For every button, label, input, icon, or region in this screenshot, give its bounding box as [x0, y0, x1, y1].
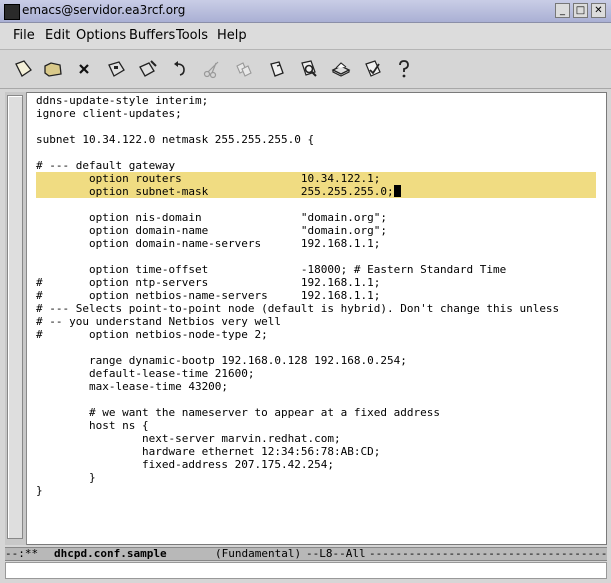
- open-folder-icon: [44, 62, 62, 77]
- menu-options[interactable]: Options: [76, 28, 126, 43]
- buffer-line: subnet 10.34.122.0 netmask 255.255.255.0…: [36, 133, 315, 146]
- buffer-text-area[interactable]: ddns-update-style interim; ignore client-…: [36, 94, 601, 544]
- buffer-line: range dynamic-bootp 192.168.0.128 192.16…: [36, 354, 407, 367]
- maximize-button[interactable]: □: [573, 3, 588, 18]
- buffer-line: hardware ethernet 12:34:56:78:AB:CD;: [36, 445, 381, 458]
- cut-scissors-icon: [203, 61, 219, 79]
- modeline-fill: ----------------------------------------…: [369, 547, 607, 560]
- menu-file[interactable]: File: [13, 28, 35, 43]
- buffer-line: default-lease-time 21600;: [36, 367, 255, 380]
- buffer-line: option subnet-mask 255.255.255.0;: [36, 185, 394, 198]
- buffer-line: option nis-domain "domain.org";: [36, 211, 387, 224]
- window-title: emacs@servidor.ea3rcf.org: [22, 3, 186, 17]
- buffer-line: # we want the nameserver to appear at a …: [36, 406, 440, 419]
- search-button[interactable]: [296, 56, 322, 82]
- buffer-line: }: [36, 471, 96, 484]
- preferences-icon: [365, 60, 381, 77]
- copy-icon: [236, 62, 252, 77]
- minimize-button[interactable]: _: [555, 3, 570, 18]
- buffer-line: option routers 10.34.122.1;: [36, 172, 381, 185]
- close-x-icon: [79, 64, 89, 74]
- save-as-icon: [139, 60, 157, 77]
- menu-buffers[interactable]: Buffers: [129, 28, 175, 43]
- text-cursor: [394, 185, 401, 197]
- save-button[interactable]: [103, 56, 129, 82]
- modeline-status: --:**: [5, 547, 52, 560]
- toolbar: [0, 50, 611, 89]
- menu-bar: File Edit Options Buffers Tools Help: [0, 23, 611, 50]
- modeline-major-mode[interactable]: (Fundamental): [215, 548, 301, 560]
- buffer-line: fixed-address 207.175.42.254;: [36, 458, 335, 471]
- mode-line: --:** dhcpd.conf.sample (Fundamental) --…: [5, 547, 607, 561]
- new-file-button[interactable]: [10, 56, 36, 82]
- open-file-button[interactable]: [40, 56, 66, 82]
- buffer-line: option time-offset -18000; # Eastern Sta…: [36, 263, 507, 276]
- save-as-button[interactable]: [135, 56, 161, 82]
- emacs-app-icon[interactable]: [4, 4, 20, 20]
- close-window-button[interactable]: ✕: [591, 3, 606, 18]
- buffer-line: ddns-update-style interim;: [36, 94, 209, 107]
- menu-tools[interactable]: Tools: [176, 28, 208, 43]
- buffer-line: # --- default gateway: [36, 159, 176, 172]
- buffer-line: ignore client-updates;: [36, 107, 182, 120]
- print-icon: [331, 62, 351, 77]
- paste-icon: [270, 61, 284, 77]
- undo-button[interactable]: [167, 56, 193, 82]
- buffer-line: # option netbios-node-type 2;: [36, 328, 268, 341]
- copy-button[interactable]: [231, 56, 257, 82]
- search-icon: [301, 60, 317, 77]
- buffer-line: host ns {: [36, 419, 149, 432]
- help-icon: [399, 60, 409, 78]
- buffer-line: next-server marvin.redhat.com;: [36, 432, 341, 445]
- buffer-line: option domain-name "domain.org";: [36, 224, 387, 237]
- buffer-line: # -- you understand Netbios very well: [36, 315, 282, 328]
- preferences-button[interactable]: [360, 56, 386, 82]
- undo-icon: [174, 61, 185, 76]
- buffer-line: }: [36, 484, 43, 497]
- vertical-scrollbar[interactable]: [5, 92, 27, 545]
- new-file-icon: [15, 60, 32, 77]
- paste-button[interactable]: [264, 56, 290, 82]
- modeline-position: --L8--All: [306, 547, 366, 560]
- window-title-bar[interactable]: emacs@servidor.ea3rcf.org _ □ ✕: [0, 0, 611, 23]
- buffer-line: max-lease-time 43200;: [36, 380, 229, 393]
- cut-button[interactable]: [199, 56, 225, 82]
- buffer-line: # option ntp-servers 192.168.1.1;: [36, 276, 381, 289]
- close-buffer-button[interactable]: [71, 56, 97, 82]
- print-button[interactable]: [328, 56, 354, 82]
- buffer-line: option domain-name-servers 192.168.1.1;: [36, 237, 381, 250]
- scrollbar-thumb[interactable]: [7, 95, 23, 539]
- save-disk-icon: [108, 61, 125, 77]
- help-button[interactable]: [391, 56, 417, 82]
- buffer-line: # --- Selects point-to-point node (defau…: [36, 302, 560, 315]
- buffer-line: # option netbios-name-servers 192.168.1.…: [36, 289, 381, 302]
- menu-help[interactable]: Help: [217, 28, 247, 43]
- minibuffer[interactable]: [5, 562, 607, 579]
- menu-edit[interactable]: Edit: [45, 28, 70, 43]
- modeline-buffer-name[interactable]: dhcpd.conf.sample: [54, 548, 167, 560]
